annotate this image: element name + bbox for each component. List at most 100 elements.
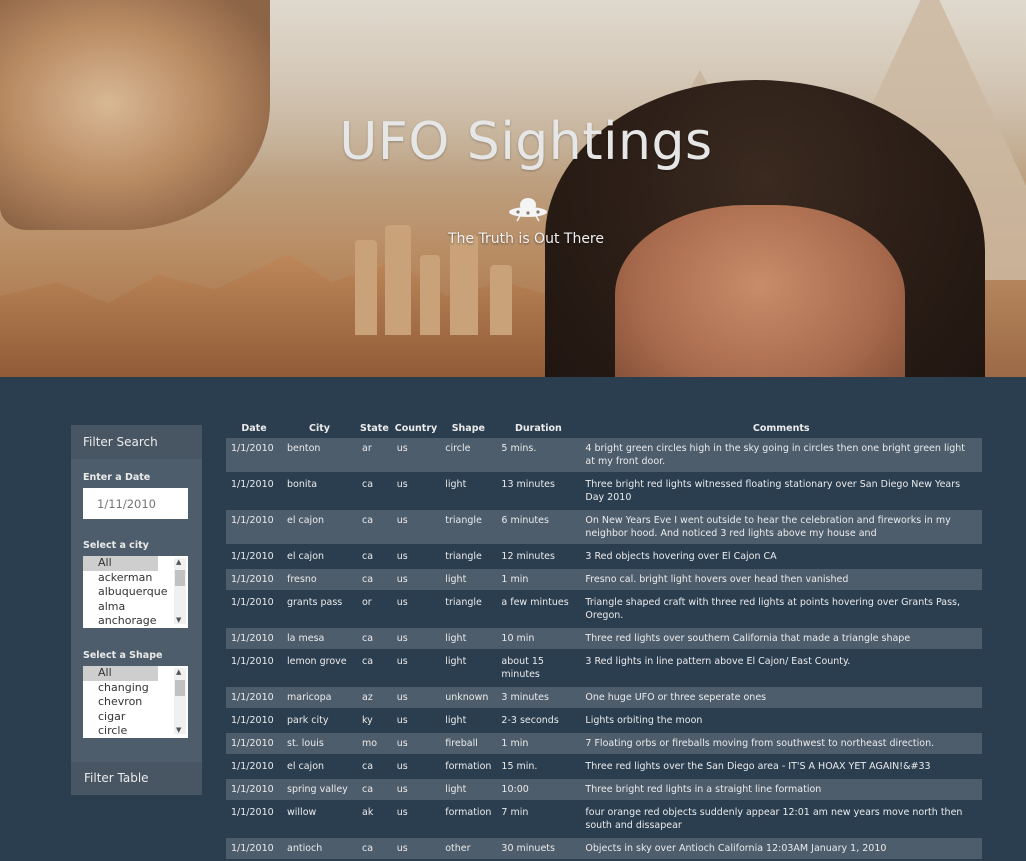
- table-row: 1/1/2010 spring valley ca us light 10:00 Three…: [226, 778, 982, 801]
- city-scrollbar[interactable]: ▲ ▼: [174, 558, 186, 624]
- table-row: 1/1/2010 el cajon ca us triangle 6 minutes On …: [226, 509, 982, 545]
- scroll-up-icon[interactable]: ▲: [176, 558, 181, 566]
- cell-city: lemon grove: [287, 656, 347, 667]
- cell-state: ca: [362, 656, 374, 667]
- ufo-icon: [509, 198, 547, 222]
- scroll-thumb[interactable]: [175, 570, 185, 586]
- city-option[interactable]: alma: [83, 600, 188, 615]
- cell-country: us: [396, 843, 408, 854]
- cell-date: 1/1/2010: [231, 479, 274, 490]
- cell-state: or: [362, 597, 372, 608]
- cell-date: 1/1/2010: [231, 761, 274, 772]
- cell-comments: Three red lights over the San Diego area…: [585, 761, 931, 772]
- cell-comments: One huge UFO or three seperate ones: [585, 692, 767, 703]
- cell-city: park city: [287, 715, 329, 726]
- shape-option[interactable]: All: [83, 666, 158, 681]
- cell-duration: 15 min.: [501, 761, 538, 772]
- cell-country: us: [396, 656, 408, 667]
- shape-scrollbar[interactable]: ▲ ▼: [174, 668, 186, 734]
- cell-city: antioch: [287, 843, 323, 854]
- table-row: 1/1/2010 antioch ca us other 30 minuets Object…: [226, 837, 982, 860]
- cell-date: 1/1/2010: [231, 738, 274, 749]
- cell-comments: Objects in sky over Antioch California 1…: [585, 843, 887, 854]
- cell-city: st. louis: [287, 738, 324, 749]
- cell-comments: Three bright red lights in a straight li…: [585, 784, 822, 795]
- cell-city: el cajon: [287, 761, 325, 772]
- cell-comments: 7 Floating orbs or fireballs moving from…: [585, 738, 935, 749]
- cell-duration: 6 minutes: [501, 515, 549, 526]
- column-header-duration: Duration: [514, 422, 562, 434]
- city-option[interactable]: All: [83, 556, 158, 571]
- cell-date: 1/1/2010: [231, 715, 274, 726]
- table-body: 1/1/2010 benton ar us circle 5 mins. 4 bright …: [226, 438, 982, 860]
- scroll-down-icon[interactable]: ▼: [176, 726, 181, 734]
- cell-country: us: [396, 479, 408, 490]
- city-select[interactable]: All ackerman albuquerque alma anchorage …: [83, 556, 188, 628]
- cell-city: fresno: [287, 574, 317, 585]
- cell-shape: unknown: [445, 692, 489, 703]
- table-row: 1/1/2010 la mesa ca us light 10 min Three red …: [226, 627, 982, 650]
- cell-duration: 1 min: [501, 738, 529, 749]
- cell-country: us: [396, 597, 408, 608]
- cell-state: az: [362, 692, 373, 703]
- cell-state: ky: [362, 715, 373, 726]
- cell-state: mo: [362, 738, 378, 749]
- filter-sidebar: Filter Search Enter a Date Select a city…: [71, 425, 202, 795]
- cell-duration: 13 minutes: [501, 479, 555, 490]
- table-row: 1/1/2010 st. louis mo us fireball 1 min 7 Floa…: [226, 732, 982, 755]
- shape-option[interactable]: circle: [83, 724, 188, 738]
- cell-date: 1/1/2010: [231, 656, 274, 667]
- shape-option[interactable]: changing: [83, 681, 188, 696]
- date-label: Enter a Date: [83, 472, 151, 483]
- cell-comments: Three bright red lights witnessed floati…: [585, 479, 961, 503]
- cell-duration: 30 minuets: [501, 843, 555, 854]
- cell-state: ca: [362, 574, 374, 585]
- cell-state: ak: [362, 807, 374, 818]
- cell-duration: 7 min: [501, 807, 529, 818]
- cell-city: bonita: [287, 479, 318, 490]
- shape-select[interactable]: All changing chevron cigar circle ▲ ▼: [83, 666, 188, 738]
- cell-duration: 10:00: [501, 784, 529, 795]
- scroll-up-icon[interactable]: ▲: [176, 668, 181, 676]
- table-row: 1/1/2010 el cajon ca us triangle 12 minutes 3 …: [226, 545, 982, 568]
- cell-date: 1/1/2010: [231, 807, 274, 818]
- hero-banner: UFO Sightings The Truth is Out There: [0, 0, 1026, 377]
- cell-country: us: [396, 633, 408, 644]
- shape-option[interactable]: cigar: [83, 710, 188, 725]
- date-input[interactable]: [83, 488, 188, 519]
- column-header-country: Country: [394, 422, 438, 434]
- cell-city: willow: [287, 807, 317, 818]
- cell-country: us: [396, 692, 408, 703]
- scroll-thumb[interactable]: [175, 680, 185, 696]
- column-header-date: Date: [241, 422, 267, 434]
- cell-state: ca: [362, 843, 374, 854]
- cell-country: us: [396, 551, 408, 562]
- cell-shape: other: [445, 843, 471, 854]
- cell-state: ca: [362, 515, 374, 526]
- table-row: 1/1/2010 grants pass or us triangle a few min…: [226, 591, 982, 627]
- column-header-city: City: [309, 422, 330, 434]
- cell-comments: Lights orbiting the moon: [585, 715, 703, 726]
- table-row: 1/1/2010 park city ky us light 2-3 seconds Lig…: [226, 709, 982, 732]
- city-option[interactable]: ackerman: [83, 571, 188, 586]
- shape-label: Select a Shape: [83, 650, 163, 661]
- scroll-down-icon[interactable]: ▼: [176, 616, 181, 624]
- cell-duration: 5 mins.: [501, 443, 537, 454]
- cell-date: 1/1/2010: [231, 784, 274, 795]
- cell-country: us: [396, 761, 408, 772]
- table-row: 1/1/2010 maricopa az us unknown 3 minutes One …: [226, 686, 982, 709]
- page-tagline: The Truth is Out There: [448, 231, 604, 247]
- shape-option[interactable]: chevron: [83, 695, 188, 710]
- cell-comments: 3 Red objects hovering over El Cajon CA: [585, 551, 777, 562]
- cell-shape: circle: [445, 443, 471, 454]
- cell-duration: a few mintues: [501, 597, 569, 608]
- city-option[interactable]: anchorage: [83, 614, 188, 628]
- cell-comments: On New Years Eve I went outside to hear …: [585, 515, 951, 539]
- table-row: 1/1/2010 el cajon ca us formation 15 min. Thre…: [226, 755, 982, 778]
- cell-city: spring valley: [287, 784, 348, 795]
- cell-city: benton: [287, 443, 321, 454]
- cell-city: la mesa: [287, 633, 325, 644]
- filter-table-button[interactable]: Filter Table: [71, 762, 202, 795]
- cell-comments: Three red lights over southern Californi…: [585, 633, 911, 644]
- city-option[interactable]: albuquerque: [83, 585, 188, 600]
